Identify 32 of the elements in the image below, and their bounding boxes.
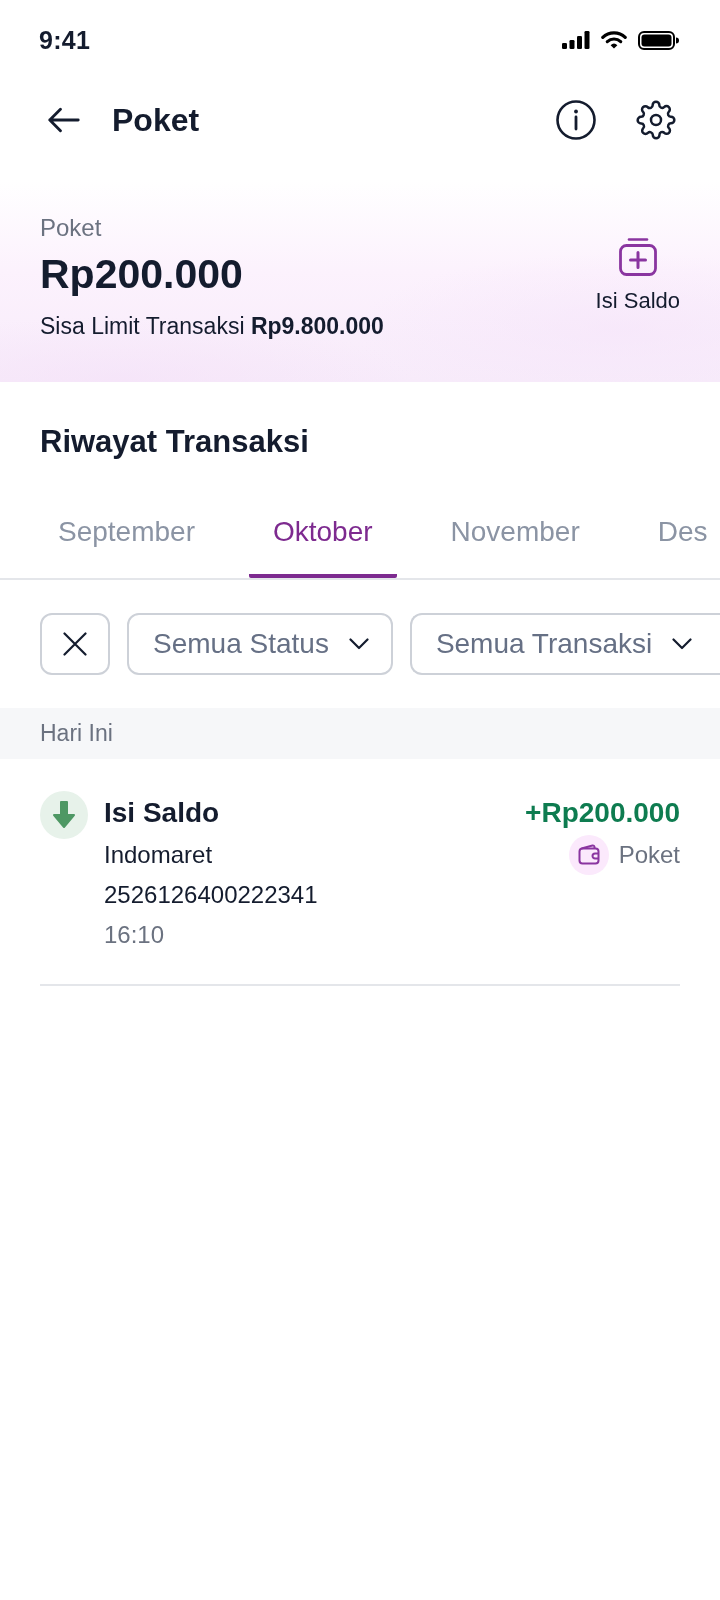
wallet-icon [568, 835, 609, 875]
wallet-label: Poket [40, 213, 102, 243]
month-tab[interactable]: Oktober [248, 488, 397, 578]
battery-icon [638, 30, 679, 50]
balance-amount: Rp200.000 [40, 250, 243, 299]
plus-box-icon [617, 237, 658, 277]
info-icon [556, 100, 596, 140]
month-tab[interactable]: September [34, 488, 219, 578]
signal-icon [562, 31, 590, 49]
clear-filter-button[interactable] [40, 613, 110, 675]
transaction-amount: +Rp200.000 [525, 796, 680, 830]
reference-number: 2526126400222341 [104, 880, 318, 910]
arrow-down-icon [40, 791, 88, 839]
filter-dropdown[interactable]: Semua Status [127, 613, 393, 675]
merchant-name: Indomaret [104, 840, 213, 870]
month-tab[interactable]: Des [633, 488, 708, 578]
top-up-button[interactable]: Isi Saldo [595, 237, 680, 317]
date-group-header: Hari Ini [0, 708, 720, 759]
status-time: 9:41 [39, 25, 91, 55]
month-tab[interactable]: November [426, 488, 604, 578]
section-title: Riwayat Transaksi [40, 423, 309, 461]
page-title: Poket [112, 101, 200, 139]
chevron-down-icon [672, 638, 693, 650]
chevron-down-icon [348, 638, 369, 650]
wifi-icon [601, 31, 627, 49]
source-wallet-label: Poket [618, 841, 680, 869]
filter-dropdown[interactable]: Semua Transaksi [409, 613, 720, 675]
transaction-time: 16:10 [104, 920, 165, 950]
transaction-limit-text: Sisa Limit Transaksi Rp9.800.000 [40, 312, 384, 341]
settings-icon [636, 100, 676, 140]
close-icon [63, 632, 87, 656]
transaction-title: Isi Saldo [104, 796, 220, 830]
